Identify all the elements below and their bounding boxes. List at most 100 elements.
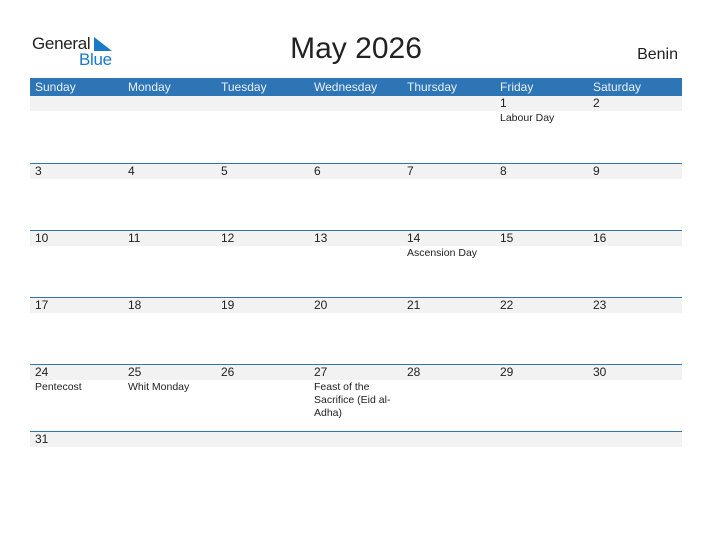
day-number: 31 <box>35 432 49 446</box>
weekday-saturday: Saturday <box>593 80 642 94</box>
day-number <box>407 432 495 447</box>
day-number: 10 <box>35 231 49 245</box>
day-number <box>221 432 309 447</box>
day-cell <box>216 432 309 448</box>
holiday-label: Feast of the Sacrifice (Eid al-Adha) <box>314 381 391 419</box>
day-number: 8 <box>500 164 507 178</box>
day-number <box>593 432 681 447</box>
week-row: 24 Pentecost 25 Whit Monday 26 27 Feast of the… <box>30 364 682 431</box>
day-cell <box>495 432 588 448</box>
day-cell <box>123 432 216 448</box>
day-number: 3 <box>35 164 42 178</box>
calendar-title: May 2026 <box>290 32 422 65</box>
day-cell: 15 <box>495 231 588 260</box>
day-number: 20 <box>314 298 328 312</box>
day-cell: 14 Ascension Day <box>402 231 495 260</box>
day-number <box>35 96 123 111</box>
day-number: 19 <box>221 298 235 312</box>
day-cell: 7 <box>402 164 495 180</box>
weekday-tuesday: Tuesday <box>221 80 267 94</box>
day-cell <box>30 96 123 125</box>
day-number: 11 <box>128 231 141 245</box>
day-number: 4 <box>128 164 135 178</box>
calendar-grid: Sunday Monday Tuesday Wednesday Thursday… <box>30 78 682 498</box>
day-cell: 25 Whit Monday <box>123 365 216 420</box>
day-cell: 12 <box>216 231 309 260</box>
day-cell: 5 <box>216 164 309 180</box>
day-number: 25 <box>128 365 142 379</box>
day-cell: 17 <box>30 298 123 314</box>
day-cell <box>309 96 402 125</box>
week-days: 31 <box>30 432 682 448</box>
day-number <box>221 96 309 111</box>
weekday-sunday: Sunday <box>35 80 76 94</box>
week-days: 1 Labour Day 2 <box>30 96 682 125</box>
day-cell: 19 <box>216 298 309 314</box>
day-number <box>128 96 216 111</box>
day-number: 17 <box>35 298 49 312</box>
day-number <box>314 96 402 111</box>
day-cell: 11 <box>123 231 216 260</box>
day-number: 24 <box>35 365 49 379</box>
day-number <box>407 96 495 111</box>
day-cell: 9 <box>588 164 681 180</box>
day-number: 7 <box>407 164 414 178</box>
day-number <box>128 432 216 447</box>
weekday-monday: Monday <box>128 80 171 94</box>
day-number: 9 <box>593 164 600 178</box>
day-number: 15 <box>500 231 514 245</box>
day-number: 18 <box>128 298 142 312</box>
day-number: 23 <box>593 298 607 312</box>
day-number: 1 <box>500 96 507 110</box>
week-row: 1 Labour Day 2 <box>30 96 682 163</box>
day-cell: 23 <box>588 298 681 314</box>
day-cell <box>402 432 495 448</box>
day-cell: 24 Pentecost <box>30 365 123 420</box>
country-label: Benin <box>637 46 678 63</box>
day-number: 14 <box>407 231 421 245</box>
day-cell: 4 <box>123 164 216 180</box>
day-number: 2 <box>593 96 600 110</box>
day-cell: 18 <box>123 298 216 314</box>
weekday-wednesday: Wednesday <box>314 80 378 94</box>
week-row: 3 4 5 6 7 8 9 <box>30 163 682 230</box>
day-number: 26 <box>221 365 235 379</box>
day-cell: 13 <box>309 231 402 260</box>
day-cell: 26 <box>216 365 309 420</box>
holiday-label: Whit Monday <box>128 381 190 393</box>
day-cell: 8 <box>495 164 588 180</box>
holiday-label: Ascension Day <box>407 247 478 259</box>
day-cell: 1 Labour Day <box>495 96 588 125</box>
holiday-label: Pentecost <box>35 381 82 393</box>
day-cell: 2 <box>588 96 681 125</box>
day-cell <box>216 96 309 125</box>
week-row: 10 11 12 13 14 Ascension Day 15 16 <box>30 230 682 297</box>
day-cell: 28 <box>402 365 495 420</box>
week-row: 17 18 19 20 21 22 23 <box>30 297 682 364</box>
day-cell <box>402 96 495 125</box>
day-cell: 3 <box>30 164 123 180</box>
day-number: 5 <box>221 164 228 178</box>
day-cell: 6 <box>309 164 402 180</box>
week-days: 24 Pentecost 25 Whit Monday 26 27 Feast of the… <box>30 365 682 420</box>
day-cell <box>123 96 216 125</box>
day-number: 29 <box>500 365 514 379</box>
day-cell: 27 Feast of the Sacrifice (Eid al-Adha) <box>309 365 402 420</box>
weekday-header: Sunday Monday Tuesday Wednesday Thursday… <box>30 78 682 96</box>
weekday-thursday: Thursday <box>407 80 458 94</box>
day-cell: 10 <box>30 231 123 260</box>
day-number: 21 <box>407 298 421 312</box>
day-cell <box>588 432 681 448</box>
day-number: 13 <box>314 231 328 245</box>
day-cell: 22 <box>495 298 588 314</box>
day-cell: 16 <box>588 231 681 260</box>
weeks-container: 1 Labour Day 2 3 4 5 6 7 8 9 10 11 12 13 14 Ascension D… <box>30 96 682 498</box>
day-number: 27 <box>314 365 328 379</box>
day-number: 28 <box>407 365 421 379</box>
day-number: 6 <box>314 164 321 178</box>
day-number: 22 <box>500 298 514 312</box>
day-cell: 21 <box>402 298 495 314</box>
day-number: 30 <box>593 365 607 379</box>
holiday-label: Labour Day <box>500 112 555 124</box>
week-days: 17 18 19 20 21 22 23 <box>30 298 682 314</box>
